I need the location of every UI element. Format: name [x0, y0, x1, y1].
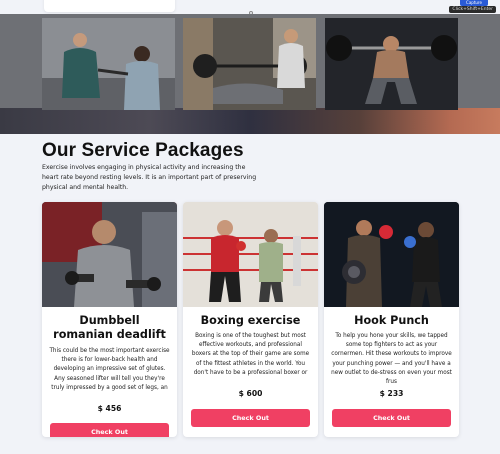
package-title: Dumbbell romanian deadlift	[53, 314, 166, 341]
extension-tooltip: Click+Shift+Enter	[449, 6, 496, 13]
services-description: Exercise involves engaging in physical a…	[42, 164, 257, 191]
package-price: $ 600	[238, 389, 263, 398]
package-card-hook-punch: Hook Punch To help you hone your skills,…	[324, 202, 459, 437]
check-out-button[interactable]: Check Out	[332, 409, 451, 427]
services-title: Our Service Packages	[42, 140, 244, 161]
package-price: $ 233	[379, 389, 404, 398]
package-title: Boxing exercise	[200, 314, 301, 327]
previous-card-edge	[44, 0, 175, 12]
package-title: Hook Punch	[354, 314, 429, 327]
gallery-background	[0, 108, 500, 134]
package-card-boxing: Boxing exercise Boxing is one of the tou…	[183, 202, 318, 437]
package-image-hook-punch	[324, 202, 459, 307]
check-out-button[interactable]: Check Out	[191, 409, 310, 427]
package-description: This could be the most important exercis…	[49, 348, 170, 391]
gallery-photo-bench-press	[183, 18, 316, 110]
package-card-dumbbell: Dumbbell romanian deadlift This could be…	[42, 202, 177, 437]
package-image-dumbbell	[42, 202, 177, 307]
package-description: To help you hone your skills, we tapped …	[331, 333, 452, 386]
package-image-boxing	[183, 202, 318, 307]
gallery-band	[0, 14, 500, 134]
gallery-photo-squat	[325, 18, 458, 110]
check-out-button[interactable]: Check Out	[50, 423, 169, 437]
package-description: Boxing is one of the toughest but most e…	[191, 333, 310, 376]
gallery-photo-trainer	[42, 18, 175, 110]
package-price: $ 456	[97, 404, 122, 413]
